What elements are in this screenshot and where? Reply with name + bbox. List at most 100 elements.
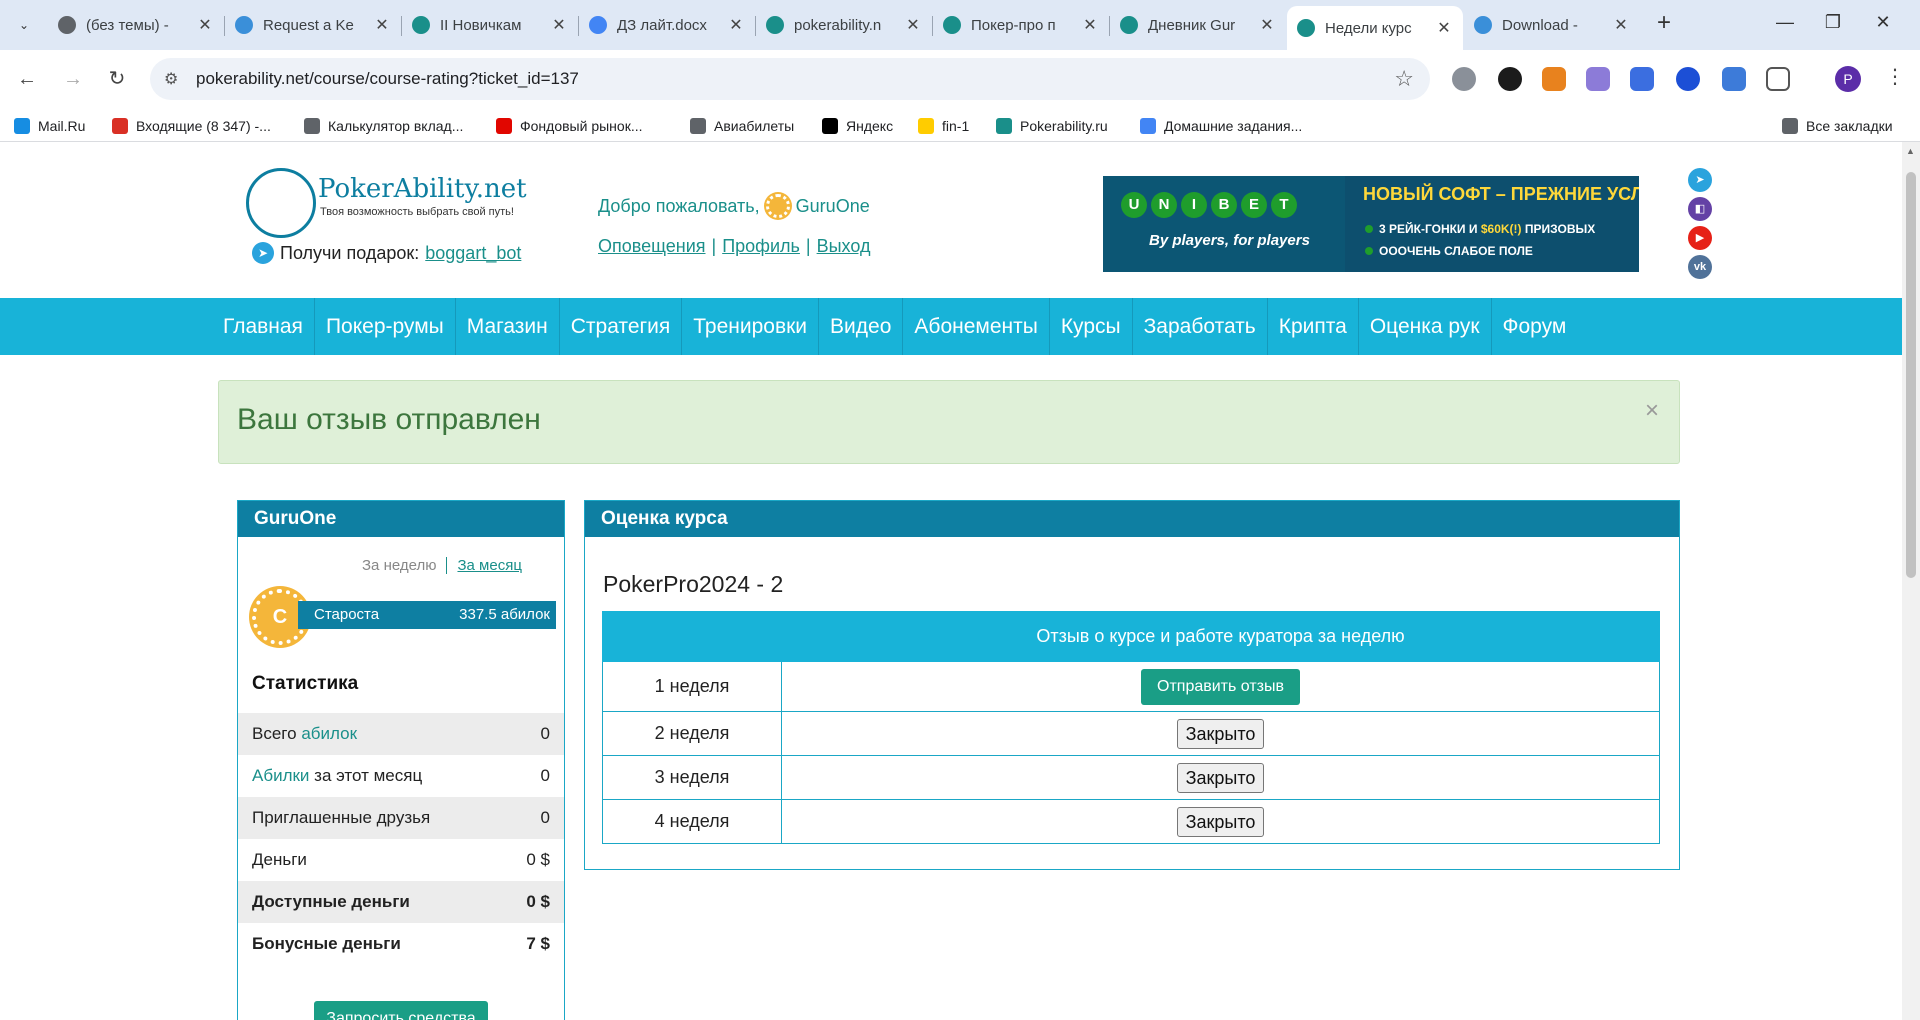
nav-item[interactable]: Форум	[1492, 298, 1578, 355]
bookmark-label: Фондовый рынок...	[520, 118, 643, 134]
brand-letter: T	[1271, 192, 1297, 218]
tab-close-icon[interactable]: ✕	[373, 15, 391, 35]
stat-row: Абилки за этот месяц 0	[238, 755, 564, 797]
profile-avatar[interactable]: P	[1835, 66, 1861, 92]
nav-item[interactable]: Тренировки	[682, 298, 820, 355]
browser-tab[interactable]: Дневник Gur ✕	[1110, 8, 1286, 42]
browser-tab[interactable]: pokerability.n ✕	[756, 8, 932, 42]
closed-button[interactable]: Закрыто	[1176, 806, 1265, 837]
logout-link[interactable]: Выход	[817, 236, 871, 256]
browser-tab[interactable]: II Новичкам ✕	[402, 8, 578, 42]
brand-letter: I	[1181, 192, 1207, 218]
tab-close-icon[interactable]: ✕	[1612, 15, 1630, 35]
twitch-icon[interactable]: ◧	[1688, 197, 1712, 221]
extension-globe-icon[interactable]	[1452, 67, 1476, 91]
pokerability-icon	[766, 16, 784, 34]
nav-item[interactable]: Заработать	[1133, 298, 1268, 355]
reload-button[interactable]: ↻	[102, 64, 132, 94]
bookmark-item[interactable]: Яндекс	[822, 116, 893, 136]
browser-tab[interactable]: Request a Ke ✕	[225, 8, 401, 42]
request-funds-button[interactable]: Запросить средства	[314, 1001, 488, 1020]
back-button[interactable]: ←	[12, 64, 42, 94]
bookmark-star-icon[interactable]: ☆	[1394, 66, 1414, 92]
extension-metamask-icon[interactable]	[1542, 67, 1566, 91]
tab-search-button[interactable]: ⌄	[10, 12, 38, 38]
page-scrollbar[interactable]: ▲	[1902, 142, 1920, 1020]
extensions-puzzle-icon[interactable]	[1766, 67, 1790, 91]
tab-close-icon[interactable]: ✕	[196, 15, 214, 35]
bookmark-item[interactable]: Калькулятор вклад...	[304, 116, 463, 136]
extension-shield-icon[interactable]	[1676, 67, 1700, 91]
success-alert: Ваш отзыв отправлен ×	[218, 380, 1680, 464]
extension-cloud-icon[interactable]	[1586, 67, 1610, 91]
user-sidebar: GuruOne За неделю За месяц C Староста 33…	[237, 500, 565, 1020]
nav-item[interactable]: Стратегия	[560, 298, 683, 355]
extension-chart-icon[interactable]	[1722, 67, 1746, 91]
tab-close-icon[interactable]: ✕	[904, 15, 922, 35]
period-week-tab[interactable]: За неделю	[362, 557, 436, 574]
notifications-link[interactable]: Оповещения	[598, 236, 706, 256]
nav-item[interactable]: Абонементы	[903, 298, 1050, 355]
rank-bar: Староста 337.5 абилок	[298, 601, 556, 629]
bookmark-item[interactable]: Все закладки	[1782, 116, 1893, 136]
nav-item[interactable]: Курсы	[1050, 298, 1133, 355]
forward-button[interactable]: →	[58, 64, 88, 94]
period-month-tab[interactable]: За месяц	[446, 557, 522, 574]
bookmark-item[interactable]: Авиабилеты	[690, 116, 794, 136]
tab-close-icon[interactable]: ✕	[1081, 15, 1099, 35]
unibet-banner[interactable]: U N I B E T By players, for players НОВЫ…	[1103, 176, 1639, 272]
telegram-icon[interactable]: ➤	[1688, 168, 1712, 192]
abilki-link[interactable]: абилок	[301, 724, 357, 743]
bookmark-item[interactable]: Фондовый рынок...	[496, 116, 643, 136]
nav-item[interactable]: Видео	[819, 298, 904, 355]
restore-button[interactable]: ❐	[1818, 12, 1848, 38]
browser-tab[interactable]: Недели курс ✕	[1287, 6, 1463, 50]
nav-item[interactable]: Крипта	[1268, 298, 1359, 355]
close-window-button[interactable]: ✕	[1868, 12, 1898, 38]
welcome-username[interactable]: GuruOne	[796, 196, 870, 217]
address-bar[interactable]: ⚙ pokerability.net/course/course-rating?…	[150, 58, 1430, 100]
new-tab-button[interactable]: +	[1650, 10, 1678, 38]
tab-close-icon[interactable]: ✕	[550, 15, 568, 35]
send-review-button[interactable]: Отправить отзыв	[1141, 668, 1300, 705]
week-action-cell: Закрыто	[781, 711, 1660, 756]
site-logo[interactable]: PokerAbility.net Твоя возможность выбрат…	[246, 168, 536, 240]
stat-label: Деньги	[252, 850, 307, 869]
bookmark-item[interactable]: Pokerability.ru	[996, 116, 1108, 136]
globe-icon	[690, 118, 706, 134]
nav-item[interactable]: Покер-румы	[315, 298, 456, 355]
nav-item[interactable]: Оценка рук	[1359, 298, 1492, 355]
table-header-row: Отзыв о курсе и работе куратора за недел…	[602, 611, 1660, 662]
tab-close-icon[interactable]: ✕	[1258, 15, 1276, 35]
browser-tab[interactable]: ДЗ лайт.docx ✕	[579, 8, 755, 42]
bookmark-item[interactable]: Домашние задания...	[1140, 116, 1302, 136]
alert-close-button[interactable]: ×	[1645, 397, 1659, 425]
profile-link[interactable]: Профиль	[722, 236, 800, 256]
browser-toolbar: ← → ↻ ⚙ pokerability.net/course/course-r…	[0, 50, 1920, 108]
bookmark-item[interactable]: Входящие (8 347) -...	[112, 116, 271, 136]
closed-button[interactable]: Закрыто	[1176, 718, 1265, 749]
nav-item[interactable]: Главная	[212, 298, 315, 355]
closed-button[interactable]: Закрыто	[1176, 762, 1265, 793]
nav-item[interactable]: Магазин	[456, 298, 560, 355]
abilki-link[interactable]: Абилки	[252, 766, 309, 785]
site-info-icon[interactable]: ⚙	[164, 69, 178, 89]
tab-close-icon[interactable]: ✕	[1435, 18, 1453, 38]
scroll-thumb[interactable]	[1906, 172, 1916, 578]
bookmark-item[interactable]: fin-1	[918, 116, 969, 136]
url-text[interactable]: pokerability.net/course/course-rating?ti…	[196, 69, 579, 89]
browser-tab[interactable]: (без темы) - ✕	[48, 8, 224, 42]
vk-icon[interactable]: vk	[1688, 255, 1712, 279]
browser-tab[interactable]: Покер-про п ✕	[933, 8, 1109, 42]
bookmark-item[interactable]: Mail.Ru	[14, 116, 85, 136]
scroll-up-icon[interactable]: ▲	[1906, 146, 1915, 156]
minimize-button[interactable]: —	[1770, 12, 1800, 38]
youtube-icon[interactable]: ▶	[1688, 226, 1712, 250]
tab-close-icon[interactable]: ✕	[727, 15, 745, 35]
stats-title: Статистика	[252, 673, 359, 694]
browser-tab[interactable]: Download - ✕	[1464, 8, 1640, 42]
gift-bot-link[interactable]: boggart_bot	[425, 243, 521, 264]
extension-openai-icon[interactable]	[1498, 67, 1522, 91]
extension-robot-icon[interactable]	[1630, 67, 1654, 91]
browser-menu-icon[interactable]: ⋮	[1885, 64, 1905, 89]
